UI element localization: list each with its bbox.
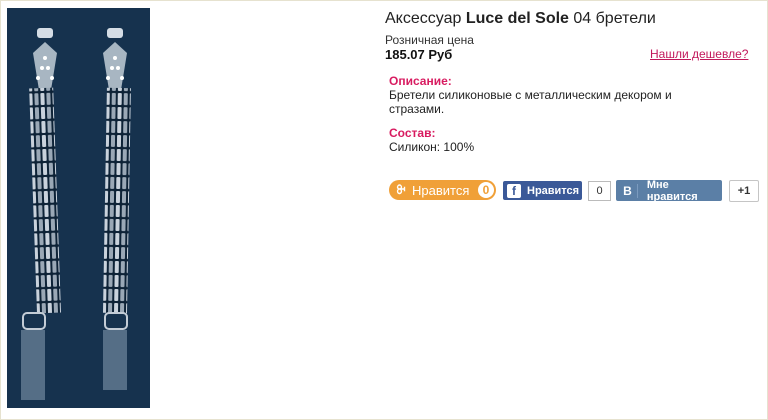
facebook-like-count: 0 — [588, 181, 611, 201]
product-brand: Luce del Sole — [465, 10, 569, 27]
odnoklassniki-like-button[interactable]: ꔬ Нравится 0 — [389, 180, 496, 200]
description-line-2: стразами. — [389, 102, 445, 116]
vk-like-button[interactable]: В Мне нравится — [616, 178, 722, 203]
facebook-like-label: Нравится — [527, 184, 580, 197]
found-cheaper-link[interactable]: Нашли дешевле? — [650, 47, 748, 61]
product-title: Аксессуар Luce del Sole 04 бретели — [385, 10, 656, 27]
product-price: 185.07 Руб — [385, 47, 453, 62]
ok-like-label: Нравится — [412, 182, 470, 198]
facebook-like-button[interactable]: f Нравится — [503, 181, 582, 200]
vk-icon: В — [618, 183, 638, 198]
description-heading: Описание: — [389, 74, 452, 88]
product-image[interactable] — [7, 8, 150, 408]
composition-text: Силикон: 100% — [389, 140, 475, 154]
ok-like-count: 0 — [478, 182, 494, 198]
description-line-1: Бретели силиконовые с металлическим деко… — [389, 88, 672, 102]
price-label: Розничная цена — [385, 33, 474, 47]
facebook-icon: f — [507, 183, 521, 198]
vk-like-count: +1 — [729, 180, 759, 202]
composition-heading: Состав: — [389, 126, 436, 140]
odnoklassniki-icon: ꔬ — [396, 182, 406, 197]
vk-like-label: Мне нравится — [646, 178, 698, 203]
